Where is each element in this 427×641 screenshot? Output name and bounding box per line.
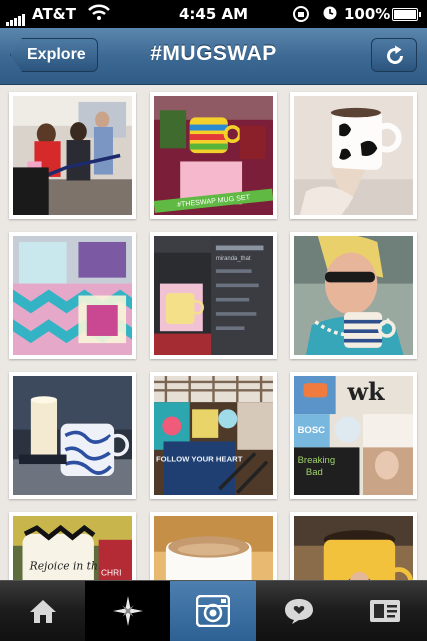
profile-tab[interactable] <box>342 581 427 641</box>
collage-bad-text: Bad <box>306 467 323 478</box>
page-title: #MUGSWAP <box>150 42 277 65</box>
explore-tab[interactable] <box>85 581 170 641</box>
refresh-button[interactable] <box>371 38 417 72</box>
photo-thumbnail: #THESWAP MUG SET <box>154 96 273 215</box>
photo-thumbnail <box>294 236 413 355</box>
post-username: miranda_that <box>216 256 251 262</box>
photo-tile[interactable] <box>9 92 136 219</box>
photo-tile[interactable]: #THESWAP MUG SET <box>150 92 277 219</box>
photo-tile[interactable] <box>9 372 136 499</box>
tab-bar <box>0 580 427 641</box>
home-icon <box>29 600 56 623</box>
nav-bar: Explore #MUGSWAP <box>0 28 427 85</box>
home-tab[interactable] <box>0 581 85 641</box>
photo-thumbnail: miranda_that <box>154 236 273 355</box>
chris-text: CHRI <box>101 568 121 578</box>
photo-tile[interactable] <box>9 232 136 359</box>
photo-thumbnail: wk BOSC Breaking Bad <box>294 376 413 495</box>
photo-tile[interactable] <box>290 92 417 219</box>
photo-thumbnail <box>13 236 132 355</box>
photo-tile[interactable]: wk BOSC Breaking Bad <box>290 372 417 499</box>
photo-thumbnail <box>294 96 413 215</box>
book-title-text: FOLLOW YOUR HEART <box>156 455 243 464</box>
status-bar: AT&T 4:45 AM 100% <box>0 0 427 28</box>
rotation-lock-icon <box>292 5 310 27</box>
photo-tile[interactable]: miranda_that <box>150 232 277 359</box>
alarm-icon <box>322 5 338 25</box>
explore-star-icon <box>112 596 143 626</box>
collage-bosc-text: BOSC <box>298 425 326 436</box>
photo-thumbnail <box>13 96 132 215</box>
collage-breaking-text: Breaking <box>298 455 336 466</box>
speech-bubble-icon <box>284 599 313 624</box>
photo-grid: #THESWAP MUG SET miranda_that FOLLOW YOU… <box>0 84 427 639</box>
battery-icon <box>392 8 421 21</box>
refresh-icon <box>387 45 403 64</box>
camera-tab[interactable] <box>170 581 256 641</box>
camera-icon <box>196 595 230 627</box>
collage-wk-text: wk <box>347 378 385 406</box>
photo-tile[interactable] <box>290 232 417 359</box>
photo-thumbnail <box>13 376 132 495</box>
battery-percent: 100% <box>344 5 391 23</box>
photo-tile[interactable]: FOLLOW YOUR HEART <box>150 372 277 499</box>
photo-thumbnail: FOLLOW YOUR HEART <box>154 376 273 495</box>
profile-card-icon <box>369 600 400 622</box>
news-tab[interactable] <box>256 581 341 641</box>
